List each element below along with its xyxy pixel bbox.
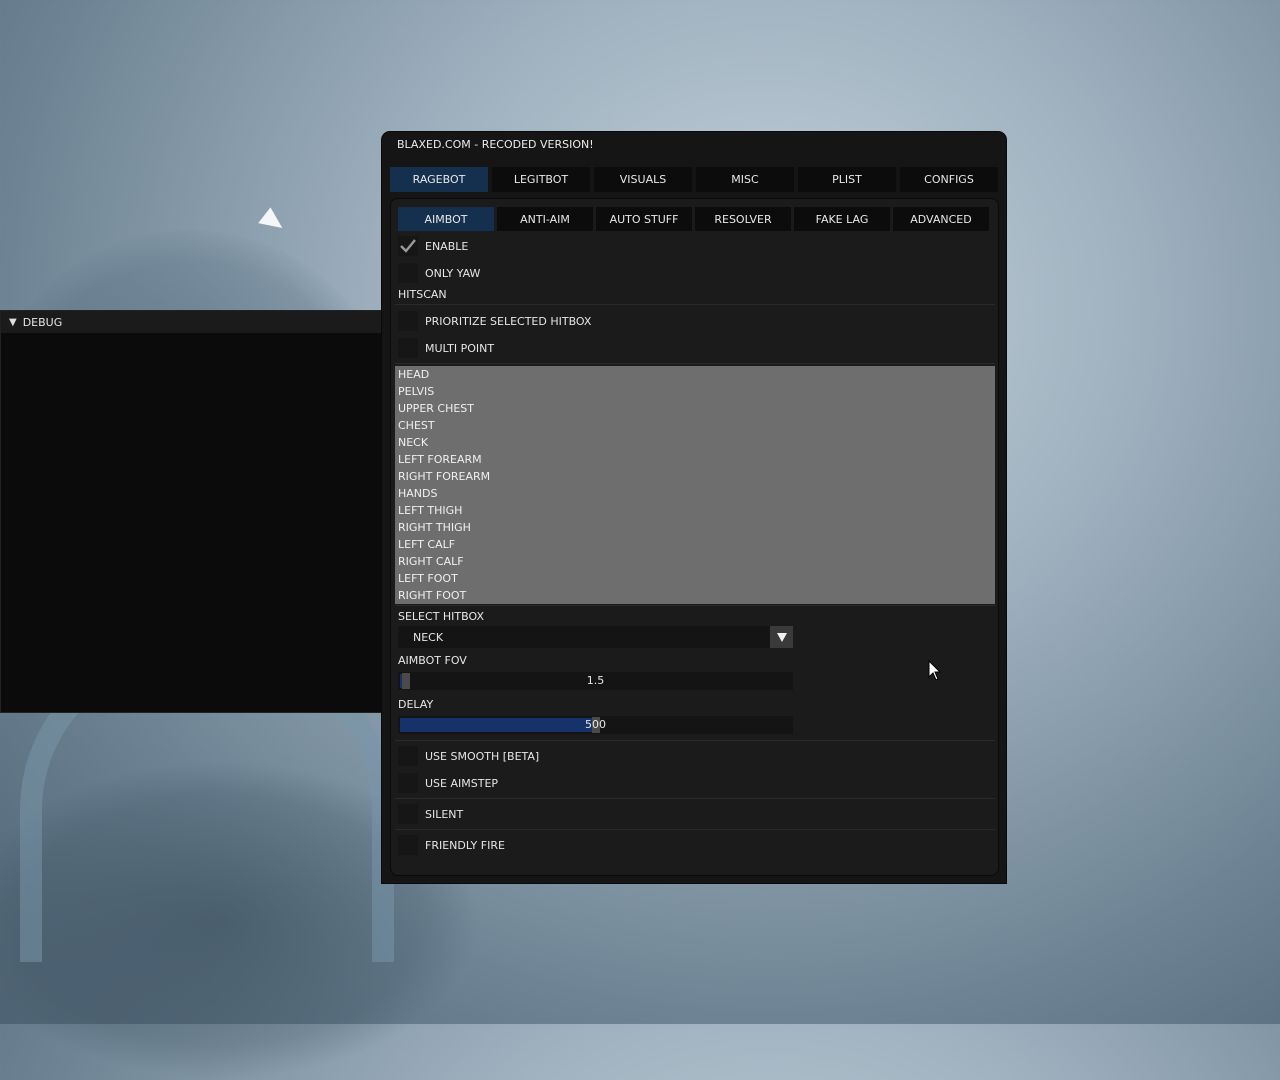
window-title: BLAXED.COM - RECODED VERSION! — [397, 138, 594, 151]
only-yaw-label: ONLY YAW — [425, 266, 481, 280]
multi-point-checkbox[interactable] — [398, 338, 418, 358]
select-hitbox-label: SELECT HITBOX — [398, 610, 484, 623]
tab-plist[interactable]: PLIST — [798, 167, 896, 192]
use-aimstep-label: USE AIMSTEP — [425, 776, 499, 790]
subtab-resolver[interactable]: RESOLVER — [695, 207, 791, 231]
subtab-aimbot[interactable]: AIMBOT — [398, 207, 494, 231]
ragebot-panel: AIMBOT ANTI-AIM AUTO STUFF RESOLVER FAKE… — [390, 198, 999, 876]
hitbox-list[interactable]: HEAD PELVIS UPPER CHEST CHEST NECK LEFT … — [395, 366, 995, 604]
background-arrow-icon — [258, 207, 288, 237]
enable-label: ENABLE — [425, 239, 469, 253]
list-item[interactable]: CHEST — [395, 417, 995, 434]
enable-row[interactable]: ENABLE — [398, 234, 468, 258]
debug-title-bar[interactable]: ▼ DEBUG — [1, 311, 389, 333]
list-item[interactable]: PELVIS — [395, 383, 995, 400]
use-aimstep-row[interactable]: USE AIMSTEP — [398, 771, 498, 795]
hitscan-label: HITSCAN — [398, 288, 447, 301]
list-item[interactable]: UPPER CHEST — [395, 400, 995, 417]
sub-tabs: AIMBOT ANTI-AIM AUTO STUFF RESOLVER FAKE… — [398, 207, 989, 231]
aimbot-fov-slider[interactable]: 1.5 — [398, 672, 793, 690]
silent-checkbox[interactable] — [398, 804, 418, 824]
list-item[interactable]: RIGHT FOREARM — [395, 468, 995, 485]
prioritize-label: PRIORITIZE SELECTED HITBOX — [425, 314, 592, 328]
list-item[interactable]: LEFT CALF — [395, 536, 995, 553]
prioritize-checkbox[interactable] — [398, 311, 418, 331]
debug-window: ▼ DEBUG — [0, 310, 399, 720]
list-item[interactable]: LEFT FOREARM — [395, 451, 995, 468]
aimbot-fov-value: 1.5 — [586, 674, 605, 687]
tab-visuals[interactable]: VISUALS — [594, 167, 692, 192]
subtab-anti-aim[interactable]: ANTI-AIM — [497, 207, 593, 231]
list-item[interactable]: RIGHT THIGH — [395, 519, 995, 536]
use-smooth-row[interactable]: USE SMOOTH [BETA] — [398, 744, 539, 768]
divider — [395, 798, 995, 799]
multi-point-row[interactable]: MULTI POINT — [398, 336, 494, 360]
list-item[interactable]: RIGHT CALF — [395, 553, 995, 570]
select-hitbox-dropdown[interactable]: NECK — [398, 626, 793, 648]
list-item[interactable]: NECK — [395, 434, 995, 451]
aimbot-fov-label: AIMBOT FOV — [398, 654, 467, 667]
main-window: BLAXED.COM - RECODED VERSION! RAGEBOT LE… — [382, 132, 1006, 883]
subtab-advanced[interactable]: ADVANCED — [893, 207, 989, 231]
delay-value: 500 — [585, 718, 606, 731]
tab-ragebot[interactable]: RAGEBOT — [390, 167, 488, 192]
subtab-auto-stuff[interactable]: AUTO STUFF — [596, 207, 692, 231]
list-item[interactable]: HANDS — [395, 485, 995, 502]
tab-configs[interactable]: CONFIGS — [900, 167, 998, 192]
select-hitbox-value: NECK — [413, 631, 444, 644]
main-tabs: RAGEBOT LEGITBOT VISUALS MISC PLIST CONF… — [390, 167, 998, 192]
divider — [395, 829, 995, 830]
silent-row[interactable]: SILENT — [398, 802, 463, 826]
divider — [395, 740, 995, 741]
dropdown-arrow-button[interactable] — [770, 626, 793, 648]
list-item[interactable]: RIGHT FOOT — [395, 587, 995, 604]
list-item[interactable]: LEFT THIGH — [395, 502, 995, 519]
checkmark-icon — [400, 239, 416, 253]
collapse-triangle-icon[interactable]: ▼ — [9, 317, 17, 328]
enable-checkbox[interactable] — [398, 236, 418, 256]
silent-label: SILENT — [425, 807, 464, 821]
mouse-cursor-icon — [928, 660, 942, 681]
divider — [395, 605, 995, 606]
delay-slider[interactable]: 500 — [398, 716, 793, 734]
tab-misc[interactable]: MISC — [696, 167, 794, 192]
divider — [395, 363, 995, 364]
tab-legitbot[interactable]: LEGITBOT — [492, 167, 590, 192]
use-aimstep-checkbox[interactable] — [398, 773, 418, 793]
only-yaw-checkbox[interactable] — [398, 263, 418, 283]
use-smooth-checkbox[interactable] — [398, 746, 418, 766]
use-smooth-label: USE SMOOTH [BETA] — [425, 749, 540, 763]
prioritize-row[interactable]: PRIORITIZE SELECTED HITBOX — [398, 309, 591, 333]
friendly-fire-row[interactable]: FRIENDLY FIRE — [398, 833, 505, 857]
list-item[interactable]: HEAD — [395, 366, 995, 383]
multi-point-label: MULTI POINT — [425, 341, 495, 355]
debug-title: DEBUG — [22, 315, 63, 329]
chevron-down-icon — [776, 632, 787, 642]
friendly-fire-checkbox[interactable] — [398, 835, 418, 855]
list-item[interactable]: LEFT FOOT — [395, 570, 995, 587]
friendly-fire-label: FRIENDLY FIRE — [425, 838, 505, 852]
divider — [395, 304, 995, 305]
subtab-fake-lag[interactable]: FAKE LAG — [794, 207, 890, 231]
delay-label: DELAY — [398, 698, 434, 711]
only-yaw-row[interactable]: ONLY YAW — [398, 261, 480, 285]
